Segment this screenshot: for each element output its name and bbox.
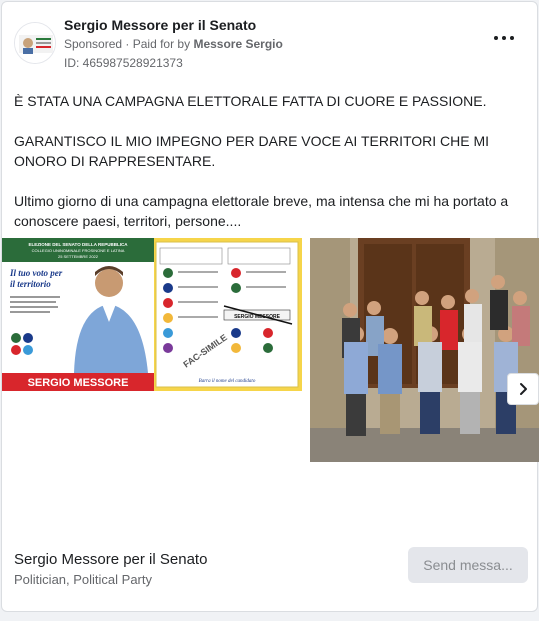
ballot-instruction: Barra il nome del candidato	[199, 379, 256, 384]
poster-header-1: ELEZIONE DEL SENATO DELLA REPUBBLICA	[28, 242, 128, 247]
footer-page-category: Politician, Political Party	[14, 572, 152, 587]
poster-candidate-name: SERGIO MESSORE	[28, 377, 129, 389]
poster-header-3: 25 SETTEMBRE 2022	[58, 254, 99, 259]
footer-page-name[interactable]: Sergio Messore per il Senato	[14, 551, 207, 568]
page-avatar[interactable]	[14, 22, 56, 64]
poster-slogan-2: il territorio	[10, 279, 51, 289]
post-paragraph-2: GARANTISCO IL MIO IMPEGNO PER DARE VOCE …	[14, 133, 490, 169]
poster-slogan-1: Il tuo voto per	[9, 268, 63, 278]
image-carousel[interactable]: ELEZIONE DEL SENATO DELLA REPUBBLICA COL…	[2, 238, 539, 462]
more-horizontal-icon[interactable]	[493, 32, 515, 44]
carousel-slide-poster[interactable]: ELEZIONE DEL SENATO DELLA REPUBBLICA COL…	[2, 238, 302, 391]
carousel-slide-group-photo[interactable]	[310, 238, 539, 462]
carousel-next-button[interactable]	[507, 373, 539, 405]
paid-for-name: Messore Sergio	[193, 37, 283, 51]
post-paragraph-1: È STATA UNA CAMPAGNA ELETTORALE FATTA DI…	[14, 93, 487, 109]
page-name-link[interactable]: Sergio Messore per il Senato	[64, 17, 256, 33]
sponsored-meta: Sponsored · Paid for by Messore Sergio	[64, 37, 283, 51]
post-text: È STATA UNA CAMPAGNA ELETTORALE FATTA DI…	[14, 91, 524, 231]
chevron-right-icon	[520, 383, 527, 395]
ad-card: Sergio Messore per il Senato Sponsored ·…	[1, 1, 539, 612]
ad-id: ID: 465987528921373	[64, 56, 183, 70]
post-paragraph-3: Ultimo giorno di una campagna elettorale…	[14, 193, 509, 229]
sponsored-label: Sponsored	[64, 37, 123, 51]
paid-for-prefix: Paid for by	[132, 37, 191, 51]
meta-separator: ·	[125, 37, 133, 51]
ad-header: Sergio Messore per il Senato Sponsored ·…	[14, 14, 525, 74]
poster-header-2: COLLEGIO UNINOMINALE FROSINONE E LATINA	[32, 248, 125, 253]
send-message-button[interactable]: Send messa...	[408, 547, 528, 583]
